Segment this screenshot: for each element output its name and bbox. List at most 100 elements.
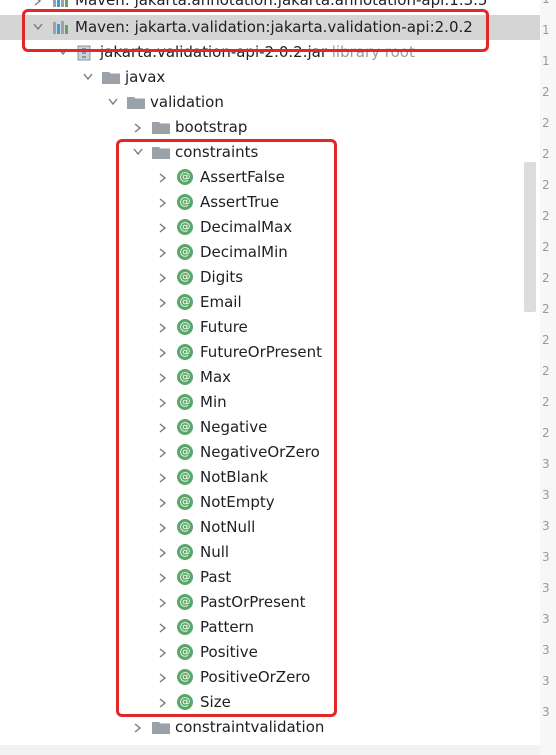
tree-row-maven-jakarta-validation-jakarta-validation-api-2-0-2[interactable]: Maven: jakarta.validation:jakarta.valida… — [0, 15, 540, 40]
annotation-icon: @ — [177, 519, 193, 535]
chevron-right-icon[interactable] — [155, 365, 171, 390]
vertical-scrollbar[interactable] — [524, 162, 536, 312]
tree-row-label: bootstrap — [175, 118, 248, 136]
chevron-right-icon[interactable] — [155, 340, 171, 365]
chevron-right-icon[interactable] — [155, 490, 171, 515]
tree-row-futureorpresent[interactable]: @ FutureOrPresent — [0, 340, 540, 365]
chevron-right-icon[interactable] — [155, 665, 171, 690]
tree-row-label: Maven: jakarta.annotation:jakarta.annota… — [75, 0, 488, 9]
chevron-right-icon[interactable] — [155, 390, 171, 415]
chevron-right-icon[interactable] — [155, 590, 171, 615]
chevron-down-icon[interactable] — [30, 15, 46, 40]
tree-row-label: Size — [200, 693, 231, 711]
annotation-icon: @ — [177, 294, 193, 310]
tree-row-label: PastOrPresent — [200, 593, 306, 611]
tree-row-label: FutureOrPresent — [200, 343, 323, 361]
annotation-icon: @ — [177, 194, 193, 210]
gutter-line-number: 3 — [542, 674, 550, 688]
folder-icon — [152, 721, 170, 734]
tree-row-positiveorzero[interactable]: @ PositiveOrZero — [0, 665, 540, 690]
annotation-icon: @ — [177, 369, 193, 385]
tree-row-notblank[interactable]: @ NotBlank — [0, 465, 540, 490]
tree-row-label: Min — [200, 393, 227, 411]
chevron-right-icon[interactable] — [155, 315, 171, 340]
gutter-line-number: 2 — [542, 85, 550, 99]
gutter-line-number: 3 — [542, 519, 550, 533]
tree-row-negativeorzero[interactable]: @ NegativeOrZero — [0, 440, 540, 465]
horizontal-scrollbar-track[interactable] — [0, 745, 540, 755]
tree-row-negative[interactable]: @ Negative — [0, 415, 540, 440]
tree-row-label: NotNull — [200, 518, 256, 536]
tree-row-min[interactable]: @ Min — [0, 390, 540, 415]
tree-row-label: Positive — [200, 643, 258, 661]
chevron-down-icon[interactable] — [55, 40, 71, 65]
editor-gutter: 1 1 1 2 2 2 2 2 2 2 2 2 2 2 2 3 3 3 3 3 3 3 3 3 — [540, 0, 556, 755]
tree-row-future[interactable]: @ Future — [0, 315, 540, 340]
tree-row-label: constraints — [175, 143, 259, 161]
chevron-right-icon[interactable] — [155, 265, 171, 290]
chevron-right-icon[interactable] — [155, 515, 171, 540]
tree-row-size[interactable]: @ Size — [0, 690, 540, 715]
chevron-right-icon[interactable] — [155, 240, 171, 265]
tree-row-null[interactable]: @ Null — [0, 540, 540, 565]
chevron-right-icon[interactable] — [155, 165, 171, 190]
tree-row-pastorpresent[interactable]: @ PastOrPresent — [0, 590, 540, 615]
chevron-right-icon[interactable] — [155, 540, 171, 565]
annotation-icon: @ — [177, 419, 193, 435]
annotation-icon: @ — [177, 594, 193, 610]
tree-row-notnull[interactable]: @ NotNull — [0, 515, 540, 540]
tree-row-digits[interactable]: @ Digits — [0, 265, 540, 290]
tree-row-pattern[interactable]: @ Pattern — [0, 615, 540, 640]
tree-row-label: NegativeOrZero — [200, 443, 320, 461]
tree-row-label: DecimalMax — [200, 218, 293, 236]
chevron-down-icon[interactable] — [105, 90, 121, 115]
chevron-down-icon[interactable] — [80, 65, 96, 90]
annotation-icon: @ — [177, 494, 193, 510]
folder-icon — [152, 121, 170, 134]
tree-row-asserttrue[interactable]: @ AssertTrue — [0, 190, 540, 215]
tree-row-javax[interactable]: javax — [0, 65, 540, 90]
tree-row-label: javax — [125, 68, 166, 86]
tree-row-email[interactable]: @ Email — [0, 290, 540, 315]
chevron-down-icon[interactable] — [130, 140, 146, 165]
gutter-line-number: 2 — [542, 116, 550, 130]
tree-row-positive[interactable]: @ Positive — [0, 640, 540, 665]
tree-row-validation[interactable]: validation — [0, 90, 540, 115]
chevron-right-icon[interactable] — [130, 115, 146, 140]
annotation-icon: @ — [177, 619, 193, 635]
gutter-line-number: 3 — [542, 581, 550, 595]
tree-row-jakarta-validation-api-2-0-2-jar[interactable]: jakarta.validation-api-2.0.2.jar library… — [0, 40, 540, 65]
tree-row-notempty[interactable]: @ NotEmpty — [0, 490, 540, 515]
tree-row-constraintvalidation[interactable]: constraintvalidation — [0, 715, 540, 740]
tree-row-bootstrap[interactable]: bootstrap — [0, 115, 540, 140]
chevron-right-icon[interactable] — [155, 190, 171, 215]
chevron-right-icon[interactable] — [155, 415, 171, 440]
tree-row-maven-jakarta-annotation-jakarta-annotation-api-1-3-5[interactable]: Maven: jakarta.annotation:jakarta.annota… — [0, 0, 540, 13]
chevron-right-icon[interactable] — [155, 640, 171, 665]
annotation-icon: @ — [177, 269, 193, 285]
tree-row-label: DecimalMin — [200, 243, 288, 261]
gutter-line-number: 2 — [542, 178, 550, 192]
annotation-icon: @ — [177, 319, 193, 335]
chevron-right-icon[interactable] — [155, 290, 171, 315]
annotation-icon: @ — [177, 694, 193, 710]
tree-row-decimalmax[interactable]: @ DecimalMax — [0, 215, 540, 240]
annotation-icon: @ — [177, 644, 193, 660]
chevron-right-icon[interactable] — [155, 565, 171, 590]
gutter-line-number: 2 — [542, 426, 550, 440]
gutter-line-number: 2 — [542, 395, 550, 409]
tree-row-assertfalse[interactable]: @ AssertFalse — [0, 165, 540, 190]
tree-row-max[interactable]: @ Max — [0, 365, 540, 390]
gutter-line-number: 2 — [542, 271, 550, 285]
chevron-right-icon[interactable] — [155, 465, 171, 490]
chevron-right-icon[interactable] — [155, 440, 171, 465]
chevron-right-icon[interactable] — [155, 215, 171, 240]
tree-row-decimalmin[interactable]: @ DecimalMin — [0, 240, 540, 265]
tree-row-past[interactable]: @ Past — [0, 565, 540, 590]
chevron-right-icon[interactable] — [155, 615, 171, 640]
chevron-right-icon[interactable] — [30, 0, 46, 13]
chevron-right-icon[interactable] — [155, 690, 171, 715]
tree-row-label: Max — [200, 368, 232, 386]
tree-row-constraints[interactable]: constraints — [0, 140, 540, 165]
chevron-right-icon[interactable] — [130, 715, 146, 740]
